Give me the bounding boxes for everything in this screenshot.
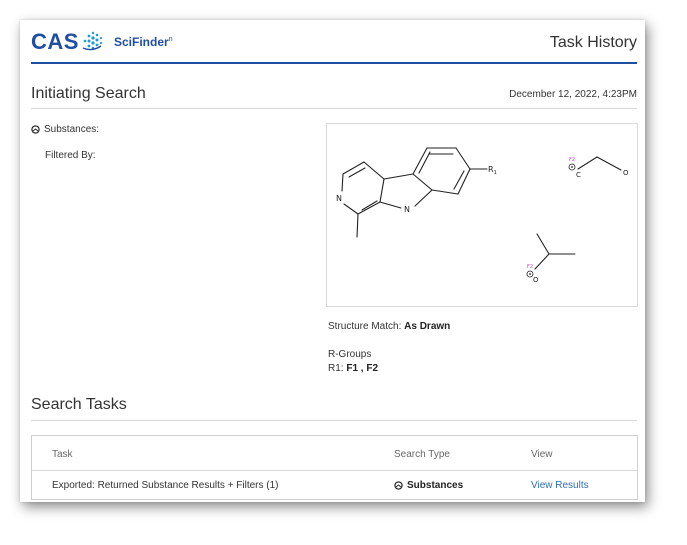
r1-groups: R1: F1 , F2 [328, 363, 378, 374]
section-divider [31, 108, 637, 109]
rgroups-label: R-Groups [328, 349, 372, 360]
filtered-by-label: Filtered By: [45, 150, 96, 161]
search-tasks-title: Search Tasks [31, 396, 127, 413]
tasks-table: Task Search Type View Exported: Returned… [31, 435, 638, 500]
initiating-search-title: Initiating Search [31, 85, 146, 102]
structure-drawing: N N R1 C O O F2 F2 [326, 123, 638, 307]
r1-label: R1: [328, 363, 344, 374]
scifinder-logo: SciFindern [114, 35, 173, 49]
structure-svg: N N R1 C O O F2 F2 [336, 147, 629, 284]
search-date: December 12, 2022, 4:23PM [509, 89, 637, 100]
substance-icon [31, 125, 40, 134]
header: CAS SciFindern Task History [20, 20, 645, 64]
f2-label: F2 [527, 264, 533, 270]
structure-match-value: As Drawn [404, 321, 451, 332]
cas-globe-icon [82, 31, 103, 51]
nitrogen-label: N [404, 205, 410, 214]
cas-logo: CAS [31, 29, 79, 54]
structure-match-label: Structure Match: [328, 321, 402, 332]
carbon-label: C [576, 171, 581, 179]
search-type-cell: Substances [394, 480, 463, 491]
substance-icon [394, 481, 403, 490]
r1-label: R1 [488, 165, 497, 176]
task-cell: Exported: Returned Substance Results + F… [52, 480, 279, 491]
column-header-task: Task [52, 449, 73, 460]
view-results-link[interactable]: View Results [531, 480, 589, 491]
header-divider [31, 62, 637, 64]
structure-match: Structure Match: As Drawn [328, 321, 450, 332]
column-header-view: View [531, 449, 553, 460]
task-history-panel: CAS SciFindern Task History Initiating S… [20, 20, 645, 502]
substances-row: Substances: [31, 124, 99, 135]
oxygen-label: O [533, 276, 539, 284]
page-title: Task History [549, 34, 637, 51]
substances-label: Substances: [44, 124, 100, 135]
nitrogen-label: N [336, 194, 342, 203]
column-header-search-type: Search Type [394, 449, 450, 460]
table-divider [32, 470, 637, 471]
section-divider [31, 420, 637, 421]
f2-label: F2 [569, 157, 575, 163]
r1-value: F1 , F2 [346, 363, 379, 374]
oxygen-label: O [623, 169, 629, 177]
